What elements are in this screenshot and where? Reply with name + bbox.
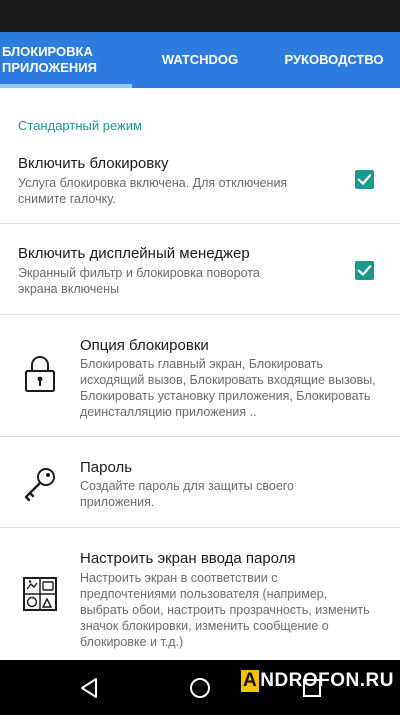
screen-layout-icon (20, 574, 60, 614)
check-icon (357, 173, 372, 186)
tab-watchdog-label: WATCHDOG (161, 52, 239, 67)
tab-guide-label: РУКОВОДСТВО (284, 52, 384, 67)
status-bar (0, 0, 400, 32)
watermark-a: A (241, 670, 260, 692)
divider (0, 527, 400, 528)
enable-lock-checkbox[interactable] (355, 170, 374, 189)
pref-summary: Экранный фильтр и блокировка поворота эк… (18, 266, 260, 296)
pref-title: Включить блокировку (18, 155, 169, 172)
back-icon[interactable] (76, 674, 104, 702)
option-title: Опция блокировки (80, 337, 209, 354)
divider (0, 436, 400, 437)
divider (0, 314, 400, 315)
option-summary: Блокировать главный экран, Блокировать и… (80, 357, 376, 419)
home-icon[interactable] (186, 674, 214, 702)
divider (0, 223, 400, 224)
watermark-text: NDROFON.RU (260, 670, 395, 691)
option-summary: Настроить экран в соответствии с предпоч… (80, 571, 370, 649)
tab-app-lock-label: БЛОКИРОВКА ПРИЛОЖЕНИЯ (2, 44, 97, 75)
tab-bar: БЛОКИРОВКА ПРИЛОЖЕНИЯ WATCHDOG РУКОВОДСТ… (0, 32, 400, 88)
tab-guide[interactable]: РУКОВОДСТВО (268, 32, 400, 88)
watermark-logo: A NDROFON.RU (241, 668, 394, 694)
section-header: Стандартный режим (18, 118, 142, 133)
pref-title: Включить дисплейный менеджер (18, 245, 250, 262)
option-title: Настроить экран ввода пароля (80, 550, 296, 567)
tab-watchdog[interactable]: WATCHDOG (134, 32, 266, 88)
option-title: Пароль (80, 459, 133, 476)
tab-app-lock[interactable]: БЛОКИРОВКА ПРИЛОЖЕНИЯ (0, 32, 132, 88)
lock-icon (20, 354, 60, 394)
key-icon (20, 464, 60, 504)
pref-summary: Услуга блокировка включена. Для отключен… (18, 176, 288, 206)
display-manager-checkbox[interactable] (355, 261, 374, 280)
check-icon (357, 264, 372, 277)
option-summary: Создайте пароль для защиты своего прилож… (80, 479, 295, 509)
settings-list: Стандартный режим Включить блокировку Ус… (0, 88, 400, 660)
